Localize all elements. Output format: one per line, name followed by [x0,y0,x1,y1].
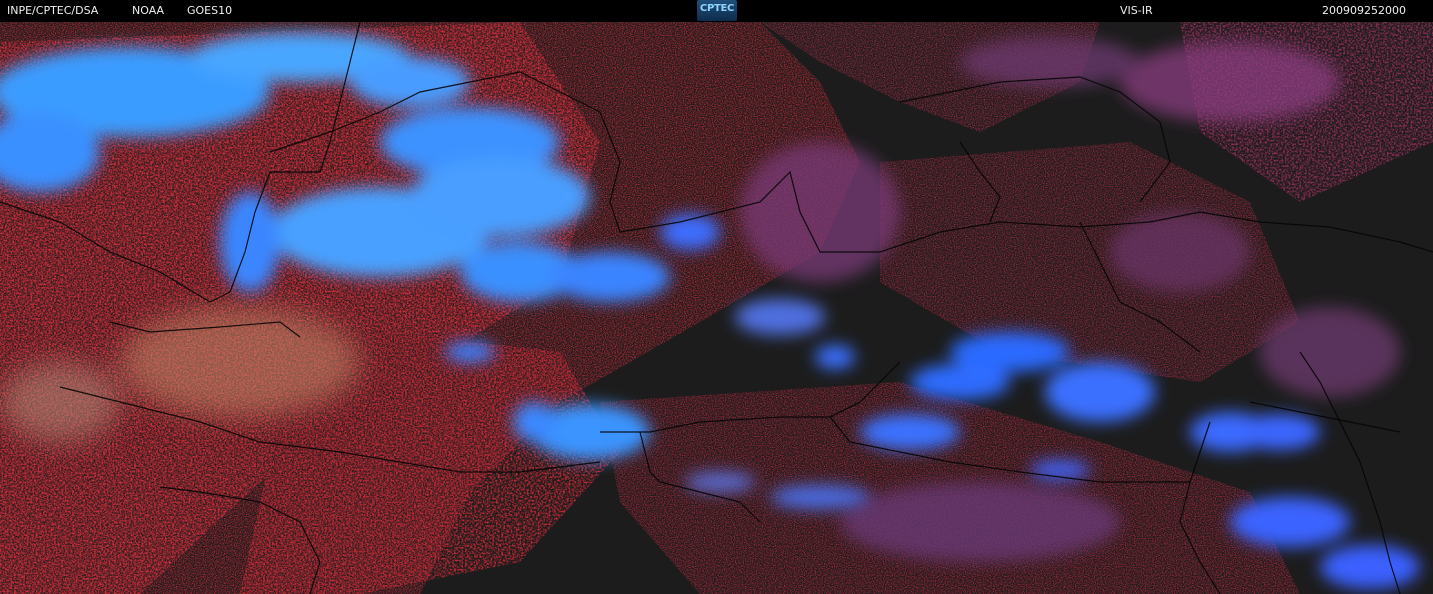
header-bar: INPE/CPTEC/DSA NOAA GOES10 CPTEC VIS-IR … [0,0,1433,22]
source-label: INPE/CPTEC/DSA [7,4,99,17]
satellite-image-viewer: INPE/CPTEC/DSA NOAA GOES10 CPTEC VIS-IR … [0,0,1433,594]
satellite-map [0,22,1433,594]
cptec-logo: CPTEC [697,0,737,21]
satellite-label: GOES10 [187,4,233,17]
logo-text: CPTEC [699,3,735,14]
timestamp-label: 200909252000 [1322,4,1406,17]
product-label: VIS-IR [1120,4,1153,17]
agency-label: NOAA [132,4,165,17]
